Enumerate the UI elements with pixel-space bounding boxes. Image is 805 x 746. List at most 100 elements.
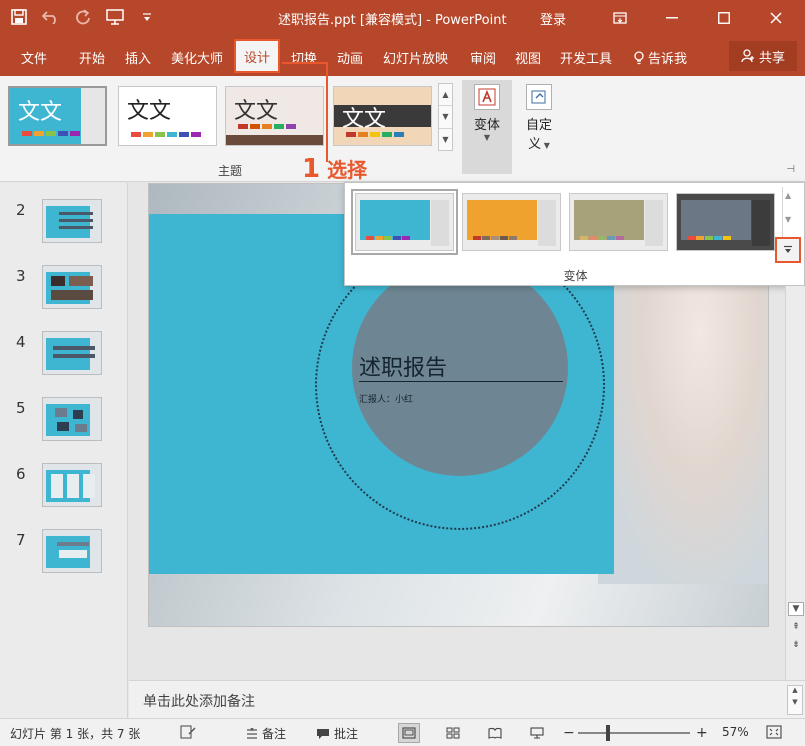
slide-thumbnail-row[interactable]: 4	[0, 331, 128, 387]
normal-view-icon	[402, 727, 416, 739]
zoom-slider-handle[interactable]	[606, 725, 610, 741]
save-icon[interactable]	[8, 6, 30, 28]
zoom-out-icon[interactable]: −	[563, 725, 575, 741]
slide-thumbnail[interactable]	[42, 331, 102, 375]
tell-me-search[interactable]: 告诉我	[634, 48, 687, 67]
tab-review[interactable]: 审阅	[470, 48, 496, 67]
slide-thumbnail-row[interactable]: 3	[0, 265, 128, 321]
customize-qat-icon[interactable]	[136, 6, 158, 28]
scroll-down-icon[interactable]: ▼	[788, 602, 804, 616]
zoom-level[interactable]: 57%	[722, 725, 749, 739]
theme-sample-text: 文文	[342, 107, 387, 132]
customize-label-line2: 义	[528, 137, 542, 152]
tab-view[interactable]: 视图	[515, 48, 541, 67]
tab-file[interactable]: 文件	[21, 48, 47, 67]
tab-home[interactable]: 开始	[79, 48, 105, 67]
variant-option-4[interactable]	[676, 193, 775, 251]
variant-color-bars	[580, 236, 624, 240]
notes-scrollbar[interactable]: ▲ ▼	[787, 685, 803, 715]
theme-sample-text: 文文	[234, 99, 279, 124]
slide-thumbnail[interactable]	[42, 529, 102, 573]
thumb-cyan-block	[46, 206, 90, 238]
share-label: 共享	[758, 50, 785, 66]
variant-color-bars	[473, 236, 517, 240]
theme-color-bars	[131, 132, 201, 137]
normal-view-button[interactable]	[398, 723, 420, 743]
comments-toggle-button[interactable]: 批注	[316, 725, 358, 742]
variant-option-3[interactable]	[569, 193, 668, 251]
thumb-photo	[51, 290, 93, 300]
variants-gallery-scroll[interactable]: ▲ ▼	[775, 187, 801, 263]
variant-option-2[interactable]	[462, 193, 561, 251]
slide-title[interactable]: 述职报告	[359, 350, 447, 382]
window-title: 述职报告.ppt [兼容模式] - PowerPoint	[278, 13, 507, 28]
slide-thumbnail-row[interactable]: 5	[0, 397, 128, 453]
scroll-up-icon[interactable]: ▲	[439, 84, 452, 107]
notes-placeholder[interactable]: 单击此处添加备注	[143, 691, 255, 711]
customize-label-line1: 自定	[525, 118, 552, 133]
pin-ribbon-icon[interactable]: ⊣	[786, 164, 795, 175]
variant-option-1[interactable]	[351, 189, 458, 255]
tab-beautify-master[interactable]: 美化大师	[171, 48, 223, 67]
tab-transitions[interactable]: 切换	[291, 48, 317, 67]
theme-gallery-scroll[interactable]: ▲ ▼ ▼	[438, 83, 453, 151]
vertical-scrollbar[interactable]: ▼ ⇞ ⇟	[785, 286, 805, 680]
slide-thumbnail[interactable]	[42, 199, 102, 243]
fit-to-window-icon[interactable]	[766, 725, 782, 739]
slideshow-view-button[interactable]	[526, 723, 548, 743]
spell-check-icon[interactable]	[180, 725, 196, 739]
variants-label: 变体	[473, 118, 500, 133]
variant-side-panel	[752, 200, 770, 246]
slide-thumbnail-row[interactable]: 2	[0, 199, 128, 255]
theme-thumbnail-4[interactable]: 文文	[333, 86, 432, 146]
annotation-callout: 1 选择	[302, 154, 367, 184]
slide-thumbnail-row[interactable]: 7	[0, 529, 128, 585]
redo-icon[interactable]	[72, 6, 94, 28]
tab-developer[interactable]: 开发工具	[560, 48, 612, 67]
start-slideshow-icon[interactable]	[104, 6, 126, 28]
tab-slideshow[interactable]: 幻灯片放映	[383, 48, 448, 67]
scroll-up-icon[interactable]: ▲	[785, 191, 791, 200]
notes-pane[interactable]: 单击此处添加备注 ▲ ▼	[129, 680, 805, 718]
variant-color-bars	[366, 236, 410, 240]
customize-icon	[526, 84, 552, 110]
customize-button[interactable]: 自定 义 ▼	[514, 80, 564, 174]
zoom-slider-track[interactable]	[578, 732, 690, 734]
scroll-down-icon[interactable]: ▼	[439, 106, 452, 129]
tab-design[interactable]: 设计	[233, 39, 281, 73]
scroll-up-icon[interactable]: ▲	[788, 686, 802, 694]
reading-view-button[interactable]	[484, 723, 506, 743]
variant-side-panel	[645, 200, 663, 246]
share-button[interactable]: 共享	[729, 41, 797, 71]
tab-animations[interactable]: 动画	[337, 48, 363, 67]
variants-more-button[interactable]	[775, 237, 801, 263]
tab-insert[interactable]: 插入	[125, 48, 151, 67]
theme-sample-text: 文文	[18, 100, 63, 125]
thumb-bar	[53, 354, 95, 358]
variant-main-color	[360, 200, 430, 240]
undo-icon[interactable]	[40, 6, 62, 28]
theme-thumbnail-2[interactable]: 文文	[118, 86, 217, 146]
login-link[interactable]: 登录	[540, 9, 566, 28]
theme-thumbnail-3[interactable]: 文文	[225, 86, 324, 146]
next-slide-icon[interactable]: ⇟	[788, 638, 804, 652]
zoom-in-icon[interactable]: +	[696, 725, 708, 741]
variants-button[interactable]: 变体 ▼	[462, 80, 512, 174]
slide-thumbnail[interactable]	[42, 463, 102, 507]
ribbon-display-icon[interactable]	[594, 0, 646, 36]
theme-thumbnail-1[interactable]: 文文	[8, 86, 107, 146]
scroll-down-icon[interactable]: ▼	[788, 698, 802, 706]
previous-slide-icon[interactable]: ⇞	[788, 620, 804, 634]
slide-sorter-button[interactable]	[442, 723, 464, 743]
notes-toggle-button[interactable]: 备注	[246, 725, 286, 742]
slide-subtitle[interactable]: 汇报人：小红	[359, 392, 413, 405]
theme-color-bars	[346, 132, 404, 137]
minimize-icon[interactable]	[646, 0, 698, 36]
maximize-icon[interactable]	[698, 0, 750, 36]
slide-thumbnail[interactable]	[42, 397, 102, 441]
gallery-more-icon[interactable]: ▼	[439, 129, 452, 150]
slide-thumbnail-row[interactable]: 6	[0, 463, 128, 519]
slide-thumbnail[interactable]	[42, 265, 102, 309]
scroll-down-icon[interactable]: ▼	[785, 215, 791, 224]
close-icon[interactable]	[750, 0, 802, 36]
